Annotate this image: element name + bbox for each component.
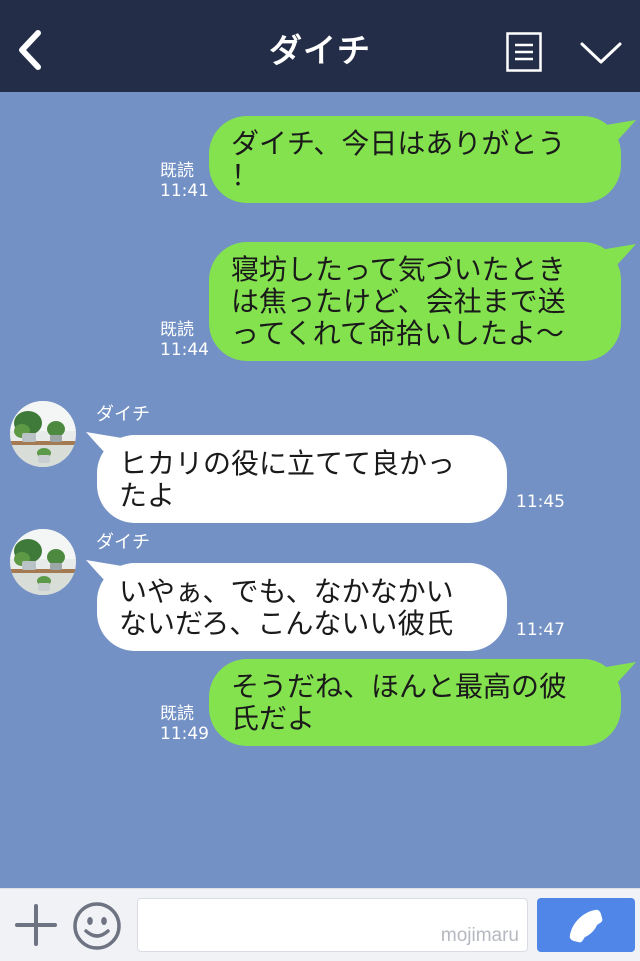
avatar-plant-image bbox=[10, 401, 76, 467]
message-bubble[interactable]: そうだね、ほんと最高の彼 氏だよ bbox=[209, 659, 621, 746]
message-meta: 既読 11:41 bbox=[160, 161, 209, 201]
message-meta: 既読 11:49 bbox=[160, 704, 209, 744]
phone-icon bbox=[569, 909, 603, 943]
message-time: 11:45 bbox=[516, 492, 565, 512]
call-button[interactable] bbox=[537, 898, 635, 952]
message-time: 11:49 bbox=[160, 724, 209, 744]
message-text: いやぁ、でも、なかなかい ないだろ、こんないい彼氏 bbox=[119, 575, 454, 640]
message-time: 11:41 bbox=[160, 181, 209, 201]
avatar-plant-image bbox=[10, 529, 76, 595]
message-bubble[interactable]: 寝坊したって気づいたとき は焦ったけど、会社まで送 ってくれて命拾いしたよ～ bbox=[209, 242, 621, 361]
message-text: 寝坊したって気づいたとき は焦ったけど、会社まで送 ってくれて命拾いしたよ～ bbox=[231, 253, 566, 350]
chat-title: ダイチ bbox=[269, 31, 371, 70]
menu-icon[interactable] bbox=[506, 32, 542, 72]
message-bubble[interactable]: ヒカリの役に立てて良かっ たよ bbox=[97, 435, 507, 523]
read-receipt: 既読 bbox=[160, 320, 194, 340]
message-bubble[interactable]: ダイチ、今日はありがとう ！ bbox=[209, 116, 621, 203]
sender-name: ダイチ bbox=[96, 404, 150, 425]
message-text: ダイチ、今日はありがとう ！ bbox=[231, 127, 566, 192]
plus-icon[interactable] bbox=[14, 903, 58, 947]
message-bubble[interactable]: いやぁ、でも、なかなかい ないだろ、こんないい彼氏 bbox=[97, 563, 507, 651]
message-text: そうだね、ほんと最高の彼 氏だよ bbox=[231, 670, 568, 735]
input-bar: mojimaru bbox=[0, 888, 640, 961]
message-text: ヒカリの役に立てて良かっ たよ bbox=[119, 447, 456, 512]
sender-name: ダイチ bbox=[96, 532, 150, 553]
emoji-icon[interactable] bbox=[72, 901, 122, 951]
chat-header: ダイチ bbox=[0, 0, 640, 92]
avatar[interactable] bbox=[10, 529, 76, 595]
message-meta: 既読 11:44 bbox=[160, 320, 209, 360]
avatar[interactable] bbox=[10, 401, 76, 467]
watermark-text: mojimaru bbox=[440, 925, 519, 946]
message-input[interactable]: mojimaru bbox=[137, 898, 528, 952]
read-receipt: 既読 bbox=[160, 161, 194, 181]
message-time: 11:44 bbox=[160, 340, 209, 360]
message-list[interactable]: ダイチ、今日はありがとう ！ 既読 11:41 寝坊したって気づいたとき は焦っ… bbox=[0, 92, 640, 888]
read-receipt: 既読 bbox=[160, 704, 194, 724]
chevron-down-icon[interactable] bbox=[578, 38, 624, 68]
message-time: 11:47 bbox=[516, 620, 565, 640]
